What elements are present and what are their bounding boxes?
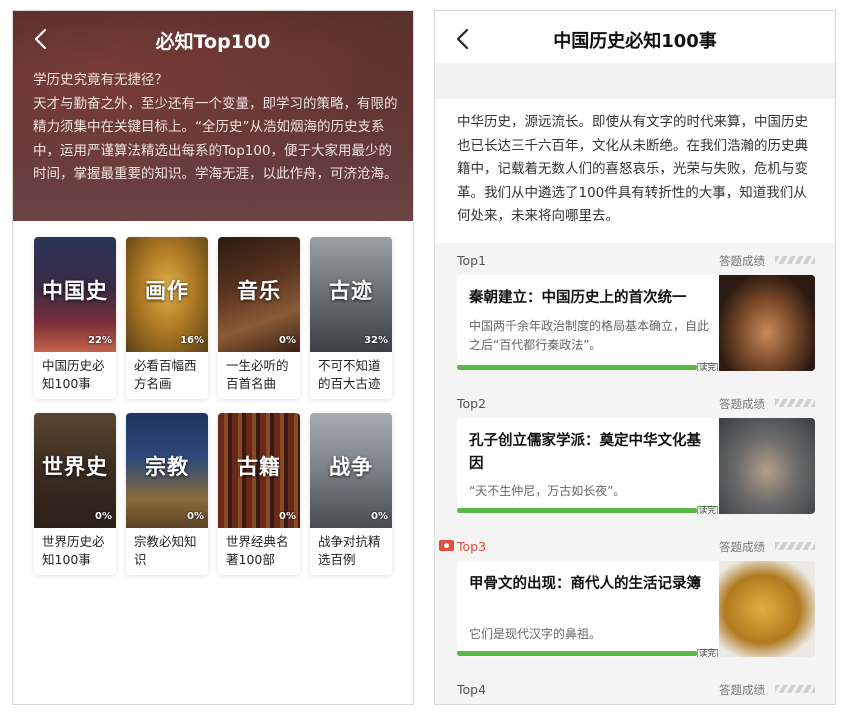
left-screen: 必知Top100 学历史究竟有无捷径？ 天才与勤奋之外，至少还有一个变量，即学习… [12, 10, 414, 705]
score-label: 答题成绩 [719, 540, 765, 554]
hero-banner: 必知Top100 学历史究竟有无捷径？ 天才与勤奋之外，至少还有一个变量，即学习… [13, 11, 413, 221]
intro-text: 中华历史，源远流长。即使从有文字的时代来算，中国历史也已长达三千六百年，文化从未… [457, 114, 808, 224]
category-card[interactable]: 古迹 32% 不可不知道的百大古迹 [310, 237, 392, 399]
intro-text: 学历史究竟有无捷径？ 天才与勤奋之外，至少还有一个变量，即学习的策略，有限的精力… [33, 72, 398, 182]
read-progress-bar [457, 365, 697, 370]
rank-label: Top1 [457, 253, 487, 268]
card-name: 必看百幅西方名画 [134, 358, 197, 391]
card-name: 宗教必知知识 [134, 534, 197, 567]
event-title: 甲骨文的出现：商代人的生活记录簿 [469, 576, 701, 592]
read-badge: 读完 [697, 506, 719, 514]
event-card[interactable]: 秦朝建立：中国历史上的首次统一 中国两千余年政治制度的格局基本确立，自此之后“百… [457, 275, 815, 371]
category-card[interactable]: 画作 16% 必看百幅西方名画 [126, 237, 208, 399]
card-name: 一生必听的百首名曲 [226, 358, 289, 391]
progress-percent: 22% [88, 335, 112, 346]
score-stripes [775, 256, 815, 264]
card-name: 不可不知道的百大古迹 [318, 358, 381, 391]
cover-title: 音乐 [237, 278, 281, 303]
rank-label: Top2 [457, 396, 487, 411]
cover-title: 古籍 [237, 454, 281, 479]
event-desc: “天不生仲尼，万古如长夜”。 [469, 484, 626, 498]
category-card[interactable]: 世界史 0% 世界历史必知100事 [34, 413, 116, 575]
progress-percent: 0% [279, 335, 296, 346]
read-badge: 读完 [697, 363, 719, 371]
event-card[interactable]: 孔子创立儒家学派：奠定中华文化基因 “天不生仲尼，万古如长夜”。 读完 [457, 418, 815, 514]
progress-percent: 0% [187, 511, 204, 522]
progress-percent: 0% [371, 511, 388, 522]
score-stripes [775, 399, 815, 407]
read-badge: 读完 [697, 649, 719, 657]
hot-tag-icon [439, 540, 454, 551]
progress-percent: 16% [180, 335, 204, 346]
nav-bar: 中国历史必知100事 [435, 11, 835, 63]
read-progress-bar [457, 651, 697, 656]
score-label: 答题成绩 [719, 683, 765, 697]
score-label: 答题成绩 [719, 397, 765, 411]
category-card[interactable]: 战争 0% 战争对抗精选百例 [310, 413, 392, 575]
rank-label: Top3 [457, 539, 487, 554]
score-label: 答题成绩 [719, 254, 765, 268]
rank-label: Top4 [457, 682, 487, 697]
divider [435, 63, 835, 99]
event-image [719, 418, 815, 514]
event-title: 秦朝建立：中国历史上的首次统一 [469, 290, 687, 306]
event-image [719, 561, 815, 657]
page-title: 中国历史必知100事 [553, 31, 717, 52]
progress-percent: 0% [95, 511, 112, 522]
progress-percent: 32% [364, 335, 388, 346]
score-stripes [775, 542, 815, 550]
cover-title: 中国史 [42, 278, 108, 303]
progress-percent: 0% [279, 511, 296, 522]
cover-title: 战争 [329, 454, 373, 479]
cover-title: 世界史 [42, 454, 108, 479]
card-name: 中国历史必知100事 [42, 358, 105, 391]
read-progress-bar [457, 508, 697, 513]
page-title: 必知Top100 [155, 31, 271, 53]
card-name: 世界历史必知100事 [42, 534, 105, 567]
category-card[interactable]: 古籍 0% 世界经典名著100部 [218, 413, 300, 575]
cover-title: 画作 [145, 278, 189, 303]
event-desc: 它们是现代汉字的鼻祖。 [469, 627, 602, 641]
right-screen: 中国历史必知100事 中华历史，源远流长。即使从有文字的时代来算，中国历史也已长… [434, 10, 836, 705]
cover-title: 古迹 [329, 278, 373, 303]
category-card[interactable]: 宗教 0% 宗教必知知识 [126, 413, 208, 575]
category-card[interactable]: 中国史 22% 中国历史必知100事 [34, 237, 116, 399]
event-desc: 中国两千余年政治制度的格局基本确立，自此之后“百代都行秦政法”。 [469, 319, 710, 352]
event-image [719, 275, 815, 371]
category-card[interactable]: 音乐 0% 一生必听的百首名曲 [218, 237, 300, 399]
card-name: 战争对抗精选百例 [318, 534, 381, 567]
event-title: 孔子创立儒家学派：奠定中华文化基因 [469, 433, 701, 472]
card-name: 世界经典名著100部 [226, 534, 289, 567]
cover-title: 宗教 [145, 454, 189, 479]
event-card[interactable]: 甲骨文的出现：商代人的生活记录簿 它们是现代汉字的鼻祖。 读完 [457, 561, 815, 657]
score-stripes [775, 685, 815, 693]
